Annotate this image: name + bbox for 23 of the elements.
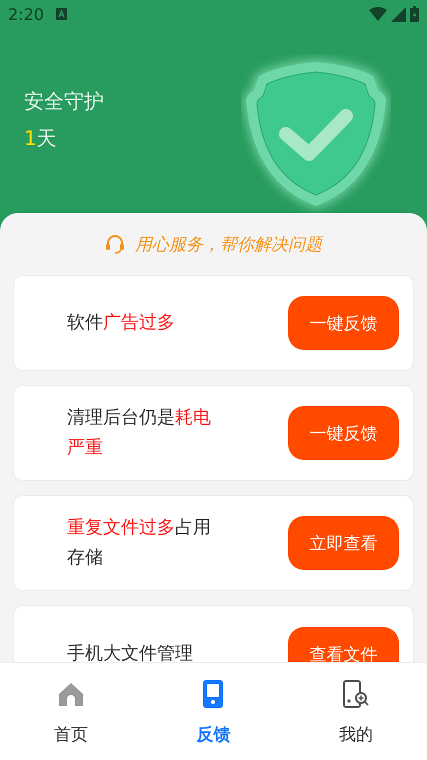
nav-tab[interactable]: 首页: [0, 663, 142, 760]
slogan-text: 用心服务，帮你解决问题: [135, 234, 322, 256]
nav-tab[interactable]: 反馈: [142, 663, 285, 760]
signal-icon: [391, 6, 406, 22]
action-button[interactable]: 立即查看: [288, 516, 399, 570]
protection-days: 1天: [24, 125, 104, 152]
action-button[interactable]: 查看文件: [288, 627, 399, 662]
wifi-icon: [369, 7, 387, 21]
issue-text: 清理后台仍是耗电严重: [67, 406, 212, 460]
phone-icon: [203, 680, 224, 708]
action-button[interactable]: 一键反馈: [288, 296, 399, 350]
headset-icon: [105, 234, 125, 254]
keyboard-notification-icon: [56, 8, 67, 20]
action-button[interactable]: 一键反馈: [288, 406, 399, 460]
home-icon: [57, 680, 86, 708]
battery-icon: [410, 6, 419, 22]
status-time: 2:20: [8, 4, 44, 24]
phone-search-icon: [342, 680, 369, 708]
issue-text: 软件广告过多: [67, 311, 176, 335]
nav-tab[interactable]: 我的: [284, 663, 427, 760]
issue-text: 手机大文件管理: [67, 642, 194, 662]
header-title: 安全守护: [24, 88, 104, 115]
issue-text: 重复文件过多占用存储: [67, 516, 212, 570]
